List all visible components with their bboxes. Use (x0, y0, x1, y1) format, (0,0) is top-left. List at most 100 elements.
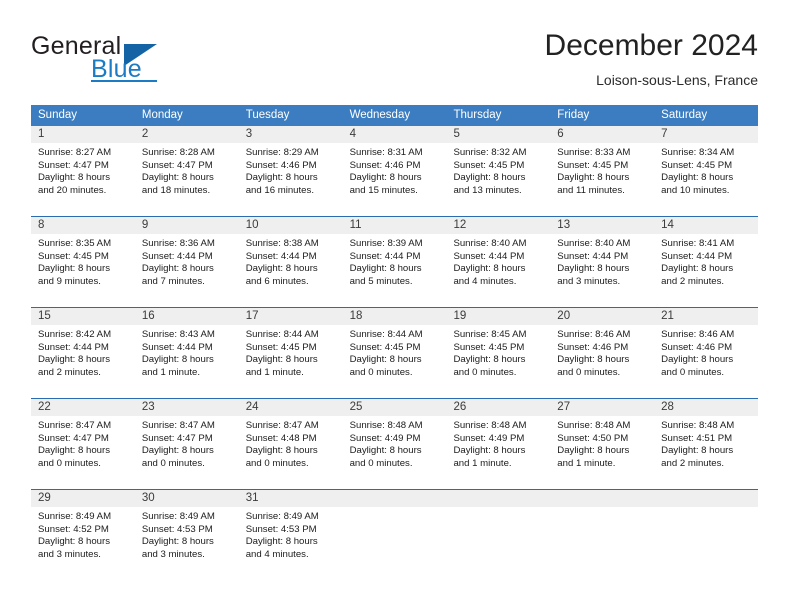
daylight-text-line2: and 0 minutes. (661, 366, 725, 378)
daylight-text-line2: and 13 minutes. (453, 184, 522, 196)
sunrise-text: Sunrise: 8:43 AM (141, 329, 215, 340)
sunset-text: Sunset: 4:47 PM (38, 432, 109, 444)
calendar-day-cell[interactable]: 27 Sunrise: 8:48 AM Sunset: 4:50 PM Dayligh… (550, 399, 655, 489)
calendar-day-cell[interactable]: 15 Sunrise: 8:42 AM Sunset: 4:44 PM Dayligh… (31, 308, 135, 398)
daylight-text-line1: Daylight: 8 hours (661, 172, 734, 184)
sunrise-text: Sunrise: 8:46 AM (661, 329, 735, 340)
calendar-day-cell[interactable]: 3 Sunrise: 8:29 AM Sunset: 4:46 PM Daylight… (238, 126, 343, 216)
sunrise-text: Sunrise: 8:47 AM (245, 420, 319, 431)
sunrise-text: Sunrise: 8:48 AM (557, 420, 631, 431)
sunrise-text: Sunrise: 8:29 AM (245, 147, 319, 158)
sunrise-text: Sunrise: 8:49 AM (38, 511, 112, 522)
day-number: 4 (342, 126, 447, 143)
day-details: Sunrise: 8:47 AM Sunset: 4:47 PM Daylight:… (31, 416, 135, 470)
daylight-text-line1: Daylight: 8 hours (245, 445, 318, 457)
day-details: Sunrise: 8:48 AM Sunset: 4:49 PM Daylight:… (446, 416, 550, 470)
day-details: Sunrise: 8:48 AM Sunset: 4:49 PM Daylight:… (343, 416, 447, 470)
sunset-text: Sunset: 4:46 PM (245, 159, 317, 171)
sunset-text: Sunset: 4:44 PM (661, 250, 733, 262)
weekday-header-row: Sunday Monday Tuesday Wednesday Thursday… (31, 105, 758, 126)
day-number: 19 (446, 308, 551, 325)
calendar-day-cell[interactable]: 24 Sunrise: 8:47 AM Sunset: 4:48 PM Dayligh… (238, 399, 343, 489)
daylight-text-line2: and 2 minutes. (38, 366, 101, 378)
sunrise-text: Sunrise: 8:39 AM (349, 238, 423, 249)
daylight-text-line1: Daylight: 8 hours (453, 354, 526, 366)
day-number: 23 (134, 399, 239, 416)
sunrise-text: Sunrise: 8:49 AM (245, 511, 319, 522)
calendar-day-cell[interactable]: 25 Sunrise: 8:48 AM Sunset: 4:49 PM Dayligh… (342, 399, 447, 489)
calendar-day-cell[interactable]: 1 Sunrise: 8:27 AM Sunset: 4:47 PM Daylight… (31, 126, 135, 216)
day-number (654, 490, 759, 507)
calendar-day-cell[interactable]: 11 Sunrise: 8:39 AM Sunset: 4:44 PM Dayligh… (342, 217, 447, 307)
daylight-text-line2: and 18 minutes. (141, 184, 211, 196)
sunrise-text: Sunrise: 8:45 AM (453, 329, 527, 340)
calendar-day-cell[interactable]: 5 Sunrise: 8:32 AM Sunset: 4:45 PM Daylight… (446, 126, 551, 216)
daylight-text-line1: Daylight: 8 hours (349, 354, 422, 366)
calendar-day-cell[interactable]: 28 Sunrise: 8:48 AM Sunset: 4:51 PM Dayligh… (654, 399, 759, 489)
sunset-text: Sunset: 4:52 PM (38, 523, 109, 535)
calendar-day-cell[interactable]: 13 Sunrise: 8:40 AM Sunset: 4:44 PM Dayligh… (550, 217, 655, 307)
sunset-text: Sunset: 4:44 PM (453, 250, 525, 262)
sunset-text: Sunset: 4:44 PM (38, 341, 109, 353)
sunset-text: Sunset: 4:46 PM (557, 341, 629, 353)
calendar-day-cell[interactable]: 31 Sunrise: 8:49 AM Sunset: 4:53 PM Dayligh… (238, 490, 343, 580)
sunrise-text: Sunrise: 8:31 AM (349, 147, 423, 158)
calendar-day-cell[interactable]: 23 Sunrise: 8:47 AM Sunset: 4:47 PM Dayligh… (134, 399, 239, 489)
day-number: 3 (238, 126, 343, 143)
day-number: 8 (31, 217, 135, 234)
calendar-day-cell[interactable]: 30 Sunrise: 8:49 AM Sunset: 4:53 PM Dayligh… (134, 490, 239, 580)
location-subtitle: Loison-sous-Lens, France (596, 72, 758, 88)
calendar-day-cell[interactable]: 18 Sunrise: 8:44 AM Sunset: 4:45 PM Dayligh… (342, 308, 447, 398)
day-number: 27 (550, 399, 655, 416)
sunset-text: Sunset: 4:45 PM (245, 341, 317, 353)
sunset-text: Sunset: 4:45 PM (349, 341, 421, 353)
calendar-day-cell[interactable]: 16 Sunrise: 8:43 AM Sunset: 4:44 PM Dayligh… (134, 308, 239, 398)
calendar-day-cell-empty (446, 490, 551, 580)
daylight-text-line1: Daylight: 8 hours (349, 263, 422, 275)
calendar-day-cell[interactable]: 26 Sunrise: 8:48 AM Sunset: 4:49 PM Dayligh… (446, 399, 551, 489)
calendar-day-cell[interactable]: 29 Sunrise: 8:49 AM Sunset: 4:52 PM Dayligh… (31, 490, 135, 580)
calendar-day-cell[interactable]: 10 Sunrise: 8:38 AM Sunset: 4:44 PM Dayligh… (238, 217, 343, 307)
calendar-day-cell[interactable]: 4 Sunrise: 8:31 AM Sunset: 4:46 PM Daylight… (342, 126, 447, 216)
day-details: Sunrise: 8:44 AM Sunset: 4:45 PM Daylight:… (239, 325, 343, 379)
daylight-text-line2: and 7 minutes. (141, 275, 205, 287)
sunset-text: Sunset: 4:46 PM (661, 341, 733, 353)
calendar-day-cell[interactable]: 14 Sunrise: 8:41 AM Sunset: 4:44 PM Dayligh… (654, 217, 759, 307)
weekday-header-friday: Friday (557, 109, 590, 121)
daylight-text-line2: and 0 minutes. (349, 457, 413, 469)
day-number: 26 (446, 399, 551, 416)
daylight-text-line2: and 4 minutes. (453, 275, 517, 287)
brand-logo[interactable]: General Blue (31, 32, 261, 88)
calendar-week-row: 29 Sunrise: 8:49 AM Sunset: 4:52 PM Dayligh… (31, 489, 759, 580)
day-number: 20 (550, 308, 655, 325)
daylight-text-line2: and 0 minutes. (38, 457, 101, 469)
calendar-day-cell-empty (342, 490, 447, 580)
calendar-day-cell[interactable]: 12 Sunrise: 8:40 AM Sunset: 4:44 PM Dayligh… (446, 217, 551, 307)
day-details: Sunrise: 8:41 AM Sunset: 4:44 PM Daylight:… (654, 234, 758, 288)
calendar-day-cell[interactable]: 20 Sunrise: 8:46 AM Sunset: 4:46 PM Dayligh… (550, 308, 655, 398)
day-number: 31 (238, 490, 343, 507)
calendar-day-cell[interactable]: 22 Sunrise: 8:47 AM Sunset: 4:47 PM Dayligh… (31, 399, 135, 489)
brand-underline (91, 80, 157, 82)
calendar-day-cell[interactable]: 9 Sunrise: 8:36 AM Sunset: 4:44 PM Daylight… (134, 217, 239, 307)
calendar-day-cell[interactable]: 21 Sunrise: 8:46 AM Sunset: 4:46 PM Dayligh… (654, 308, 759, 398)
sunset-text: Sunset: 4:49 PM (453, 432, 525, 444)
day-details: Sunrise: 8:44 AM Sunset: 4:45 PM Daylight:… (343, 325, 447, 379)
calendar-day-cell[interactable]: 17 Sunrise: 8:44 AM Sunset: 4:45 PM Dayligh… (238, 308, 343, 398)
weekday-header-wednesday: Wednesday (349, 109, 411, 121)
calendar-day-cell[interactable]: 2 Sunrise: 8:28 AM Sunset: 4:47 PM Daylight… (134, 126, 239, 216)
day-details: Sunrise: 8:45 AM Sunset: 4:45 PM Daylight:… (446, 325, 550, 379)
calendar-day-cell[interactable]: 8 Sunrise: 8:35 AM Sunset: 4:45 PM Daylight… (31, 217, 135, 307)
daylight-text-line2: and 9 minutes. (38, 275, 101, 287)
day-number: 6 (550, 126, 655, 143)
sunset-text: Sunset: 4:50 PM (557, 432, 629, 444)
calendar-day-cell[interactable]: 6 Sunrise: 8:33 AM Sunset: 4:45 PM Daylight… (550, 126, 655, 216)
weekday-header-saturday: Saturday (661, 109, 708, 121)
sunset-text: Sunset: 4:44 PM (557, 250, 629, 262)
daylight-text-line1: Daylight: 8 hours (141, 354, 214, 366)
calendar-day-cell[interactable]: 19 Sunrise: 8:45 AM Sunset: 4:45 PM Dayligh… (446, 308, 551, 398)
calendar-day-cell[interactable]: 7 Sunrise: 8:34 AM Sunset: 4:45 PM Daylight… (654, 126, 759, 216)
daylight-text-line1: Daylight: 8 hours (141, 172, 214, 184)
daylight-text-line1: Daylight: 8 hours (245, 172, 318, 184)
daylight-text-line1: Daylight: 8 hours (38, 263, 110, 275)
